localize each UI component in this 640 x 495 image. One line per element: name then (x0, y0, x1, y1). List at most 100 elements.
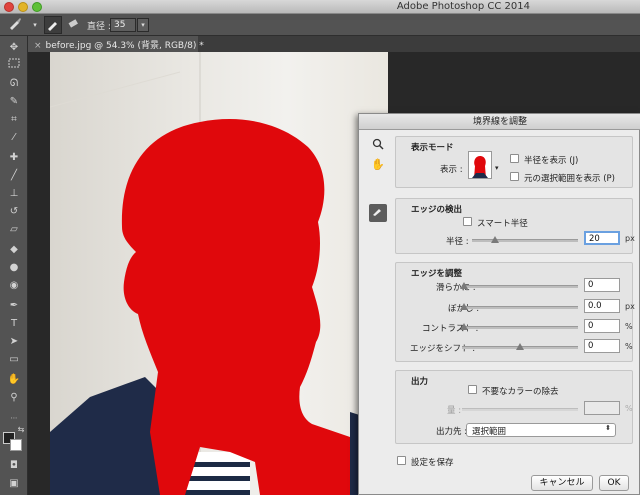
smooth-slider[interactable] (460, 282, 578, 289)
app-title: Adobe Photoshop CC 2014 (396, 1, 530, 12)
document-tab-bar: × before.jpg @ 54.3% (背景, RGB/8) * (28, 36, 640, 52)
crop-tool-icon[interactable]: ⌗ (5, 112, 23, 128)
contrast-slider-thumb[interactable] (460, 323, 468, 330)
zoom-window-button[interactable] (32, 2, 42, 12)
clone-stamp-tool-icon[interactable]: ⊥ (5, 186, 23, 202)
paint-bucket-tool-icon[interactable]: ◆ (5, 242, 23, 258)
contrast-input[interactable]: 0 (584, 319, 620, 333)
output-to-label: 出力先 : (436, 427, 468, 437)
show-radius-checkbox[interactable] (510, 154, 519, 163)
shift-edge-input[interactable]: 0 (584, 339, 620, 353)
dialog-title: 境界線を調整 (359, 114, 640, 130)
swap-colors-icon[interactable]: ⇆ (16, 422, 26, 438)
shift-edge-slider[interactable] (462, 343, 578, 350)
smooth-input[interactable]: 0 (584, 278, 620, 292)
amount-input (584, 401, 620, 415)
output-title: 出力 (411, 377, 429, 387)
options-bar: ▾ 直径 : 35 ▾ (0, 14, 640, 36)
radius-unit: px (625, 234, 635, 243)
tools-panel: ✥ ᘏ ✎ ⌗ ⁄ ✚ ╱ ⊥ ↺ ▱ ◆ ● ◉ ✒ T ➤ ▭ ✋ ⚲ ⋯ … (0, 36, 28, 495)
eraser-tool-icon[interactable]: ▱ (5, 222, 23, 238)
smooth-slider-thumb[interactable] (460, 282, 468, 289)
edge-detection-title: エッジの検出 (411, 205, 463, 215)
dodge-tool-icon[interactable]: ◉ (5, 278, 23, 294)
refine-radius-tool-icon[interactable] (44, 16, 62, 34)
view-mode-preview[interactable] (468, 151, 492, 179)
show-original-label: 元の選択範囲を表示 (P) (524, 174, 615, 184)
screen-mode-icon[interactable]: ▣ (5, 476, 23, 492)
tool-preset-dropdown-icon[interactable]: ▾ (26, 16, 44, 34)
refine-radius-tool-icon[interactable] (369, 204, 387, 222)
window-titlebar: Adobe Photoshop CC 2014 (0, 0, 640, 14)
ok-button[interactable]: OK (599, 475, 629, 491)
quick-mask-icon[interactable]: ◘ (5, 458, 23, 474)
path-selection-tool-icon[interactable]: ➤ (5, 334, 23, 350)
zoom-icon[interactable] (369, 138, 387, 156)
radius-input[interactable]: 20 (584, 231, 620, 245)
feather-input[interactable]: 0.0 (584, 299, 620, 313)
lasso-tool-icon[interactable]: ᘏ (5, 76, 23, 92)
type-tool-icon[interactable]: T (5, 316, 23, 332)
hand-tool-icon[interactable]: ✋ (5, 372, 23, 388)
background-color-swatch[interactable] (10, 439, 22, 451)
shift-edge-slider-thumb[interactable] (516, 343, 524, 350)
pen-tool-icon[interactable]: ✒ (5, 298, 23, 314)
spot-healing-tool-icon[interactable]: ✚ (5, 150, 23, 166)
minimize-window-button[interactable] (18, 2, 28, 12)
decontaminate-colors-checkbox[interactable] (468, 385, 477, 394)
brush-size-label: 直径 : (87, 22, 111, 32)
shift-edge-unit: % (625, 342, 633, 351)
blur-tool-icon[interactable]: ● (5, 260, 23, 276)
tab-title: before.jpg @ 54.3% (背景, RGB/8) * (45, 41, 204, 51)
brush-size-dropdown-icon[interactable]: ▾ (137, 18, 149, 32)
history-brush-tool-icon[interactable]: ↺ (5, 204, 23, 220)
zoom-tool-icon[interactable]: ⚲ (5, 390, 23, 406)
amount-label: 量 : (447, 406, 462, 416)
refine-edge-dialog: 境界線を調整 ✋ 表示モード 表示 : ▾ 半径を表示 (J) 元の選択範囲を表… (358, 113, 640, 495)
refine-radius-brush-icon[interactable] (6, 16, 24, 34)
remember-settings-checkbox[interactable] (397, 456, 406, 465)
brush-tool-icon[interactable]: ╱ (5, 168, 23, 184)
amount-unit: % (625, 404, 633, 413)
adjust-edge-title: エッジを調整 (411, 269, 463, 279)
close-window-button[interactable] (4, 2, 14, 12)
show-original-checkbox[interactable] (510, 172, 519, 181)
radius-slider[interactable] (472, 236, 578, 243)
radius-slider-thumb[interactable] (491, 236, 500, 243)
view-mode-title: 表示モード (411, 143, 454, 153)
view-mode-dropdown-icon[interactable]: ▾ (495, 164, 499, 172)
show-radius-label: 半径を表示 (J) (524, 156, 579, 166)
close-tab-icon[interactable]: × (34, 41, 42, 51)
brush-size-input[interactable]: 35 (110, 18, 136, 32)
contrast-slider[interactable] (460, 323, 578, 330)
eyedropper-tool-icon[interactable]: ⁄ (5, 130, 23, 146)
smart-radius-label: スマート半径 (477, 219, 528, 229)
tab-before-jpg[interactable]: × before.jpg @ 54.3% (背景, RGB/8) * (28, 36, 204, 52)
move-tool-icon[interactable]: ✥ (5, 40, 23, 56)
rectangle-tool-icon[interactable]: ▭ (5, 352, 23, 368)
erase-refinements-tool-icon[interactable] (64, 16, 82, 34)
photo-artwork (50, 52, 388, 495)
select-arrows-icon: ⬍ (605, 424, 611, 432)
remember-settings-label: 設定を保存 (411, 458, 454, 468)
radius-label: 半径 : (446, 237, 469, 247)
output-section: 出力 不要なカラーの除去 量 : % 出力先 : 選択範囲 ⬍ (395, 370, 633, 444)
output-to-value: 選択範囲 (472, 427, 507, 437)
edge-detection-section: エッジの検出 スマート半径 半径 : 20 px (395, 198, 635, 254)
marquee-tool-icon[interactable] (5, 58, 23, 74)
hand-icon[interactable]: ✋ (369, 156, 387, 174)
adjust-edge-section: エッジを調整 滑らかに : 0 ぼかし : 0.0 px コントラスト : 0 … (395, 262, 635, 362)
feather-slider-thumb[interactable] (460, 303, 468, 310)
cancel-button[interactable]: キャンセル (531, 475, 593, 491)
decontaminate-colors-label: 不要なカラーの除去 (482, 387, 559, 397)
feather-slider[interactable] (460, 303, 578, 310)
amount-slider (462, 408, 578, 411)
feather-unit: px (625, 302, 635, 311)
output-to-select[interactable]: 選択範囲 ⬍ (466, 423, 616, 437)
view-label: 表示 : (440, 165, 463, 175)
contrast-unit: % (625, 322, 633, 331)
smart-radius-checkbox[interactable] (463, 217, 472, 226)
view-mode-section: 表示モード 表示 : ▾ 半径を表示 (J) 元の選択範囲を表示 (P) (395, 136, 633, 188)
quick-selection-tool-icon[interactable]: ✎ (5, 94, 23, 110)
document-image[interactable] (50, 52, 388, 495)
